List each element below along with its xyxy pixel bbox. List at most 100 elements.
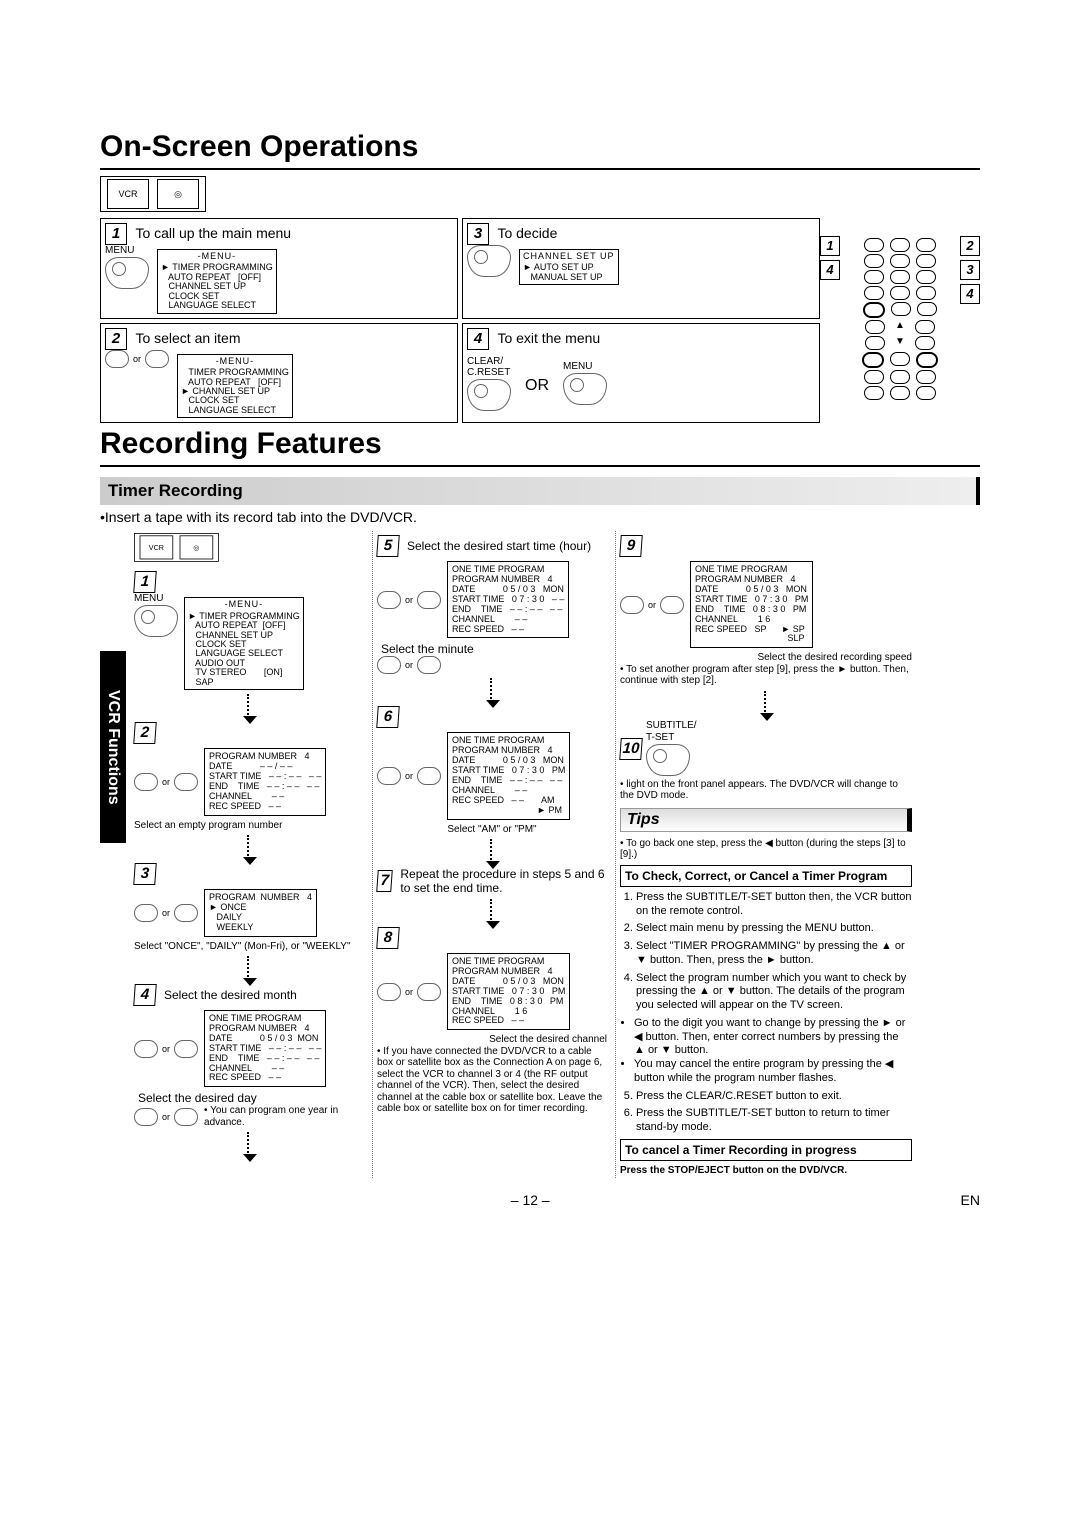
step-4: 4 To exit the menu CLEAR/ C.RESET OR MEN… xyxy=(462,323,820,424)
step-1: 1 To call up the main menu MENU -MENU- ►… xyxy=(100,218,458,319)
caption: Select the desired day xyxy=(138,1091,364,1105)
step-3: 3 To decide CHANNEL SET UP ► AUTO SET UP… xyxy=(462,218,820,319)
or-label: or xyxy=(405,987,413,997)
menu-btn-label: MENU xyxy=(105,245,149,257)
dvd-icon: ◎ xyxy=(157,179,199,209)
remote-subtitle-icon xyxy=(646,744,690,776)
up-down-buttons: or xyxy=(620,557,684,652)
step-num: 2 xyxy=(105,328,127,350)
step-num: 6 xyxy=(376,706,400,728)
or-label: or xyxy=(162,908,170,918)
up-down-buttons: or xyxy=(377,728,441,823)
callout-1: 1 xyxy=(820,236,840,256)
or-label: or xyxy=(162,1044,170,1054)
list-item: You may cancel the entire program by pre… xyxy=(634,1058,912,1086)
up-down-buttons: or xyxy=(134,1105,198,1128)
menu-items: ► TIMER PROGRAMMING AUTO REPEAT [OFF] CH… xyxy=(161,263,273,310)
menu-items: TIMER PROGRAMMING AUTO REPEAT [OFF] ► CH… xyxy=(181,368,289,415)
lang-code: EN xyxy=(961,1192,980,1208)
list-item: Select "TIMER PROGRAMMING" by pressing t… xyxy=(636,940,912,968)
subtitle-btn-label: SUBTITLE/ T-SET xyxy=(646,720,697,744)
list-item: Go to the digit you want to change by pr… xyxy=(634,1017,912,1058)
menu-items: ► AUTO SET UP MANUAL SET UP xyxy=(523,263,615,282)
osd-body: PROGRAM NUMBER 4 DATE 0 5 / 0 3 MON STAR… xyxy=(452,575,564,634)
osd-body: PROGRAM NUMBER 4 DATE 0 5 / 0 3 MON STAR… xyxy=(452,967,565,1026)
menu-btn-label: MENU xyxy=(563,361,607,373)
list-item: Press the SUBTITLE/T-SET button then, th… xyxy=(636,891,912,919)
up-down-buttons: or xyxy=(134,885,198,941)
caption: Select the desired channel xyxy=(377,1034,607,1046)
step-num: 4 xyxy=(133,984,157,1006)
osd-prog-blank: PROGRAM NUMBER 4 DATE – – / – – START TI… xyxy=(204,748,326,815)
timer-col-b: 5 Select the desired start time (hour) o… xyxy=(372,531,611,1178)
remote-right-icon xyxy=(467,245,511,277)
remote-diagram: 1 4 ▲ ▼ 2 3 4 xyxy=(820,176,980,402)
up-down-buttons: or xyxy=(377,656,607,674)
or-label: or xyxy=(162,777,170,787)
caption: Select the minute xyxy=(381,642,607,656)
tips-box-2: To cancel a Timer Recording in progress xyxy=(620,1139,912,1161)
up-down-buttons: or xyxy=(105,350,169,368)
list-item: Select the program number which you want… xyxy=(636,972,912,1013)
up-down-buttons: or xyxy=(134,1006,198,1091)
main-menu-osd-2: -MENU- TIMER PROGRAMMING AUTO REPEAT [OF… xyxy=(177,354,293,419)
step-num: 5 xyxy=(376,535,400,557)
clear-btn-label: CLEAR/ C.RESET xyxy=(467,356,511,379)
callout-4: 4 xyxy=(820,260,840,280)
callout-2: 2 xyxy=(960,236,980,256)
osd-body: PROGRAM NUMBER 4 DATE 0 5 / 0 3 MON STAR… xyxy=(695,575,808,644)
caption: • light on the front panel appears. The … xyxy=(620,779,912,802)
or-label: or xyxy=(648,600,656,610)
tips-heading: Tips xyxy=(620,808,912,832)
timer-intro: •Insert a tape with its record tab into … xyxy=(100,509,980,525)
or-label: or xyxy=(405,595,413,605)
section-title-onscreen: On-Screen Operations xyxy=(100,130,980,170)
or-label: OR xyxy=(525,377,549,395)
mode-icons: VCR ◎ xyxy=(100,176,206,212)
dvd-icon: ◎ xyxy=(180,536,214,560)
caption: Select an empty program number xyxy=(134,820,364,832)
step-num: 3 xyxy=(467,223,489,245)
menu-title: -MENU- xyxy=(188,600,300,609)
caption: Select the desired month xyxy=(164,988,297,1002)
step-num: 1 xyxy=(133,571,157,593)
remote-clear-icon xyxy=(467,379,511,411)
timer-col-c: 9 or ONE TIME PROGRAM PROGRAM NUMBER 4 D… xyxy=(615,531,916,1178)
step-num: 3 xyxy=(133,863,157,885)
remote-menu-icon xyxy=(134,605,178,637)
or-label: or xyxy=(162,1112,170,1122)
page-number: – 12 – xyxy=(511,1192,550,1208)
up-down-buttons: or xyxy=(377,557,441,642)
menu-btn-label: MENU xyxy=(134,593,178,605)
list-item: Press the CLEAR/C.RESET button to exit. xyxy=(636,1090,912,1104)
section-title-recording: Recording Features xyxy=(100,427,980,467)
caption: • If you have connected the DVD/VCR to a… xyxy=(377,1046,607,1115)
osd-once: PROGRAM NUMBER 4 ► ONCE DAILY WEEKLY xyxy=(204,889,317,937)
step-2: 2 To select an item or -MENU- TIMER PROG… xyxy=(100,323,458,424)
step-num: 10 xyxy=(619,738,643,760)
step-num: 7 xyxy=(376,870,393,892)
callout-3: 3 xyxy=(960,260,980,280)
callout-4b: 4 xyxy=(960,284,980,304)
step-label: To decide xyxy=(497,225,557,241)
step-num: 1 xyxy=(105,223,127,245)
or-label: or xyxy=(405,771,413,781)
menu-title: CHANNEL SET UP xyxy=(523,252,615,261)
step-label: To select an item xyxy=(135,330,240,346)
step-num: 2 xyxy=(133,722,157,744)
tips-list-cont: Press the CLEAR/C.RESET button to exit. … xyxy=(636,1090,912,1135)
or-label: or xyxy=(405,660,413,670)
up-down-buttons: or xyxy=(134,744,198,819)
tip-line: • To go back one step, press the ◀ butto… xyxy=(620,838,912,861)
list-item: Press the SUBTITLE/T-SET button to retur… xyxy=(636,1107,912,1135)
caption: Select the desired recording speed xyxy=(620,652,912,664)
step-num: 4 xyxy=(467,328,489,350)
remote-menu-icon xyxy=(105,257,149,289)
step-num: 9 xyxy=(619,535,643,557)
channel-menu-osd: CHANNEL SET UP ► AUTO SET UP MANUAL SET … xyxy=(519,249,619,285)
side-tab-vcr: VCR Functions xyxy=(100,651,126,843)
list-item: Select main menu by pressing the MENU bu… xyxy=(636,922,912,936)
timer-col-a: VCR ◎ 1 MENU -MENU- ► TIMER PROGRAMMING … xyxy=(130,531,368,1178)
caption: Select "AM" or "PM" xyxy=(377,824,607,836)
main-menu-osd: -MENU- ► TIMER PROGRAMMING AUTO REPEAT [… xyxy=(157,249,277,314)
